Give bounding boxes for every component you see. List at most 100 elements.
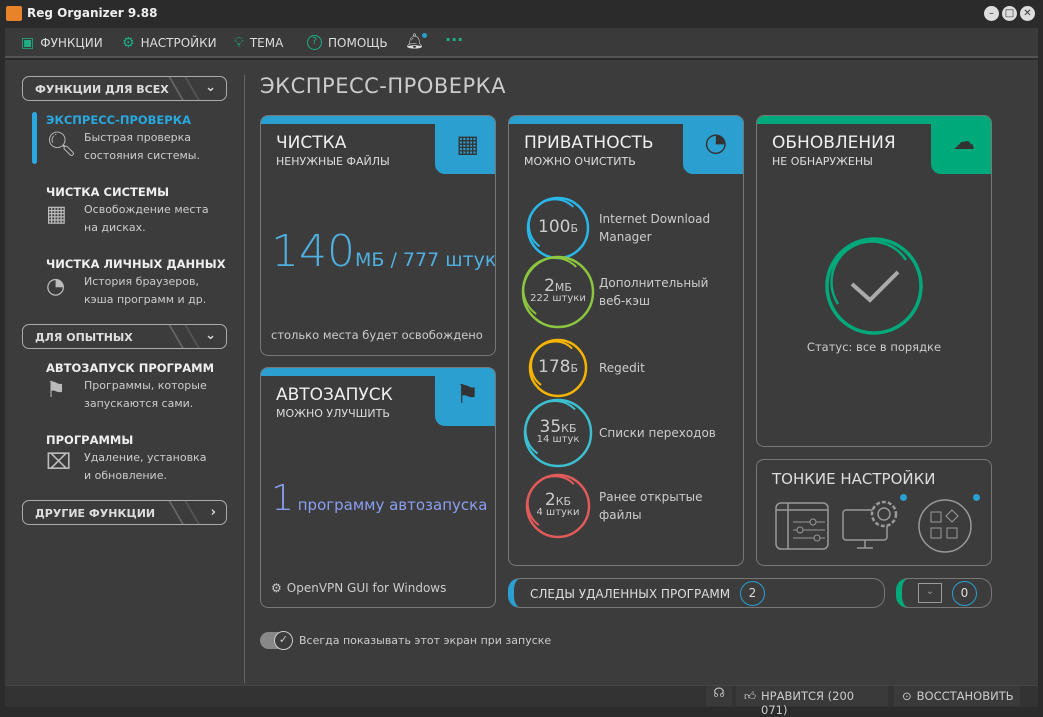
count: 222 штуки: [530, 293, 586, 304]
item-title: АВТОЗАПУСК ПРОГРАММ: [46, 361, 215, 375]
group-other-functions[interactable]: ДРУГИЕ ФУНКЦИИ ›: [22, 500, 227, 525]
memory-button[interactable]: ⌄ 0: [896, 578, 992, 608]
gear-icon: ⚙: [271, 581, 282, 595]
cleanup-note: столько места будет освобождено: [271, 328, 483, 342]
tweaks-card: ТОНКИЕ НАСТРОЙКИ: [756, 459, 992, 566]
privacy-item-value: 2МБ 222 штуки: [523, 276, 593, 304]
group-label: ДЛЯ ОПЫТНЫХ: [35, 331, 133, 344]
value: 178: [538, 357, 571, 377]
privacy-item-label[interactable]: Дополнительный веб-кэш: [599, 274, 708, 310]
apps-circle-icon[interactable]: [917, 498, 973, 554]
gear-icon: ⚙: [122, 35, 135, 51]
privacy-item-label[interactable]: Списки переходов: [599, 424, 716, 442]
label-line: файлы: [599, 508, 642, 522]
restore-icon: ⊙: [902, 689, 912, 703]
card-title: ЧИСТКА: [276, 133, 347, 153]
item-desc: и обновление.: [84, 469, 167, 482]
card-subtitle: НЕНУЖНЫЕ ФАЙЛЫ: [276, 155, 390, 168]
item-desc: Быстрая проверка: [84, 131, 192, 144]
group-advanced[interactable]: ДЛЯ ОПЫТНЫХ ⌄: [22, 324, 227, 349]
uninstalled-traces-button[interactable]: СЛЕДЫ УДАЛЕННЫХ ПРОГРАММ 2: [508, 578, 885, 608]
chevron-down-icon: ⌄: [205, 80, 216, 95]
broom-window-icon: ▦: [46, 202, 67, 227]
chevron-down-icon: ⌄: [205, 328, 216, 343]
label-line: Manager: [599, 230, 652, 244]
item-desc: на дисках.: [84, 221, 146, 234]
sidebar-item-system-cleanup[interactable]: ЧИСТКА СИСТЕМЫ ▦ Освобождение места на диск…: [46, 185, 236, 237]
item-desc: кэша программ и др.: [84, 293, 207, 306]
privacy-item-label[interactable]: Regedit: [599, 359, 645, 377]
broom-icon: ▦: [456, 130, 479, 158]
cleanup-unit: МБ / 777 штук: [354, 249, 496, 271]
monitor-gear-icon[interactable]: [842, 498, 904, 550]
sliders-window-icon[interactable]: [775, 502, 829, 550]
card-title: ОБНОВЛЕНИЯ: [772, 133, 896, 153]
item-title: ЭКСПРЕСС-ПРОВЕРКА: [46, 113, 192, 127]
lightbulb-icon: 💡︎: [234, 35, 244, 51]
privacy-item-value: 35КБ 14 штук: [523, 417, 593, 445]
card-title: ПРИВАТНОСТЬ: [524, 133, 654, 153]
label-line: веб-кэш: [599, 294, 650, 308]
updates-card[interactable]: ☁ ОБНОВЛЕНИЯ НЕ ОБНАРУЖЕНЫ Статус: все в…: [756, 115, 992, 447]
sidebar-item-private-data[interactable]: ЧИСТКА ЛИЧНЫХ ДАННЫХ ◔ История браузеров, к…: [46, 257, 236, 309]
page-title: ЭКСПРЕСС-ПРОВЕРКА: [260, 74, 506, 98]
show-on-start-label: Всегда показывать этот экран при запуске: [299, 634, 552, 647]
restore-button[interactable]: ⊙ ВОССТАНОВИТЬ: [894, 686, 1020, 706]
like-button[interactable]: 👍︎ НРАВИТСЯ (200 071): [736, 686, 888, 717]
label-line: Списки переходов: [599, 426, 716, 440]
privacy-item-label[interactable]: Ранее открытые файлы: [599, 488, 703, 524]
menu-bar: ▣ ФУНКЦИИ ⚙ НАСТРОЙКИ 💡︎ ТЕМА ? ПОМОЩЬ 🔔︎ ··…: [5, 28, 1038, 58]
privacy-item-value: 178Б: [523, 357, 593, 377]
count: 14 штук: [536, 434, 580, 445]
item-title: ЧИСТКА ЛИЧНЫХ ДАННЫХ: [46, 257, 226, 271]
cleanup-size: 140: [271, 226, 355, 277]
restore-label: ВОССТАНОВИТЬ: [916, 689, 1014, 703]
more-icon[interactable]: ···: [445, 30, 463, 49]
title-bar: Reg Organizer 9.88 – □ ✕: [0, 0, 1043, 28]
sidebar-item-express-check[interactable]: ЭКСПРЕСС-ПРОВЕРКА 🔍︎ Быстрая проверка состо…: [46, 113, 236, 165]
sidebar-divider: [244, 75, 245, 683]
thumbs-up-icon: 👍︎: [744, 689, 757, 703]
privacy-item-label[interactable]: Internet Download Manager: [599, 210, 710, 246]
menu-help[interactable]: ? ПОМОЩЬ: [307, 35, 388, 50]
menu-label: ПОМОЩЬ: [328, 35, 388, 50]
sidebar-item-programs[interactable]: ПРОГРАММЫ ⌧ Удаление, установка и обновлени…: [46, 433, 236, 485]
card-subtitle: МОЖНО УЛУЧШИТЬ: [276, 407, 390, 420]
item-desc: состояния системы.: [84, 149, 200, 162]
chevron-right-icon: ›: [210, 505, 216, 520]
card-subtitle: НЕ ОБНАРУЖЕНЫ: [772, 155, 873, 168]
privacy-card[interactable]: ◔ ПРИВАТНОСТЬ МОЖНО ОЧИСТИТЬ 100Б Interne…: [508, 115, 744, 566]
autorun-card[interactable]: ⚑ АВТОЗАПУСК МОЖНО УЛУЧШИТЬ 1 программу …: [260, 367, 496, 608]
cloud-download-check-icon: ☁: [953, 130, 975, 155]
maximize-button[interactable]: □: [1002, 6, 1017, 21]
sidebar-item-autorun[interactable]: АВТОЗАПУСК ПРОГРАММ ⚑ Программы, которые за…: [46, 361, 236, 413]
group-functions-for-all[interactable]: ФУНКЦИИ ДЛЯ ВСЕХ ⌄: [22, 76, 227, 101]
label-line: Дополнительный: [599, 276, 709, 290]
active-indicator: [32, 112, 37, 164]
privacy-item-value: 2КБ 4 штуки: [523, 490, 593, 518]
item-desc: запускаются сами.: [84, 397, 194, 410]
flag-gear-icon: ⚑: [455, 380, 479, 410]
help-icon: ?: [307, 35, 322, 50]
flag-gear-icon: ⚑: [46, 378, 66, 403]
bell-icon[interactable]: 🔔︎: [405, 32, 428, 50]
close-button[interactable]: ✕: [1020, 6, 1035, 21]
menu-theme[interactable]: 💡︎ ТЕМА: [234, 35, 283, 51]
menu-functions[interactable]: ▣ ФУНКЦИИ: [21, 35, 103, 51]
group-label: ДРУГИЕ ФУНКЦИИ: [35, 507, 156, 520]
footprints-icon: ◔: [46, 274, 66, 299]
card-title: ТОНКИЕ НАСТРОЙКИ: [772, 470, 936, 488]
cleanup-card[interactable]: ▦ ЧИСТКА НЕНУЖНЫЕ ФАЙЛЫ 140МБ / 777 штук…: [260, 115, 496, 356]
magnifier-check-icon: 🔍︎: [46, 130, 77, 158]
headset-icon[interactable]: ☊: [706, 686, 732, 706]
check-ring-icon: [825, 237, 923, 335]
notification-dot: [973, 494, 980, 501]
minimize-button[interactable]: –: [984, 6, 999, 21]
label-line: Regedit: [599, 361, 645, 375]
footprints-broom-icon: ◔: [704, 128, 727, 158]
label-line: Ранее открытые: [599, 490, 703, 504]
card-subtitle: МОЖНО ОЧИСТИТЬ: [524, 155, 636, 168]
menu-settings[interactable]: ⚙ НАСТРОЙКИ: [122, 35, 217, 51]
show-on-start-toggle[interactable]: ✓: [260, 631, 293, 650]
notification-dot: [900, 494, 907, 501]
